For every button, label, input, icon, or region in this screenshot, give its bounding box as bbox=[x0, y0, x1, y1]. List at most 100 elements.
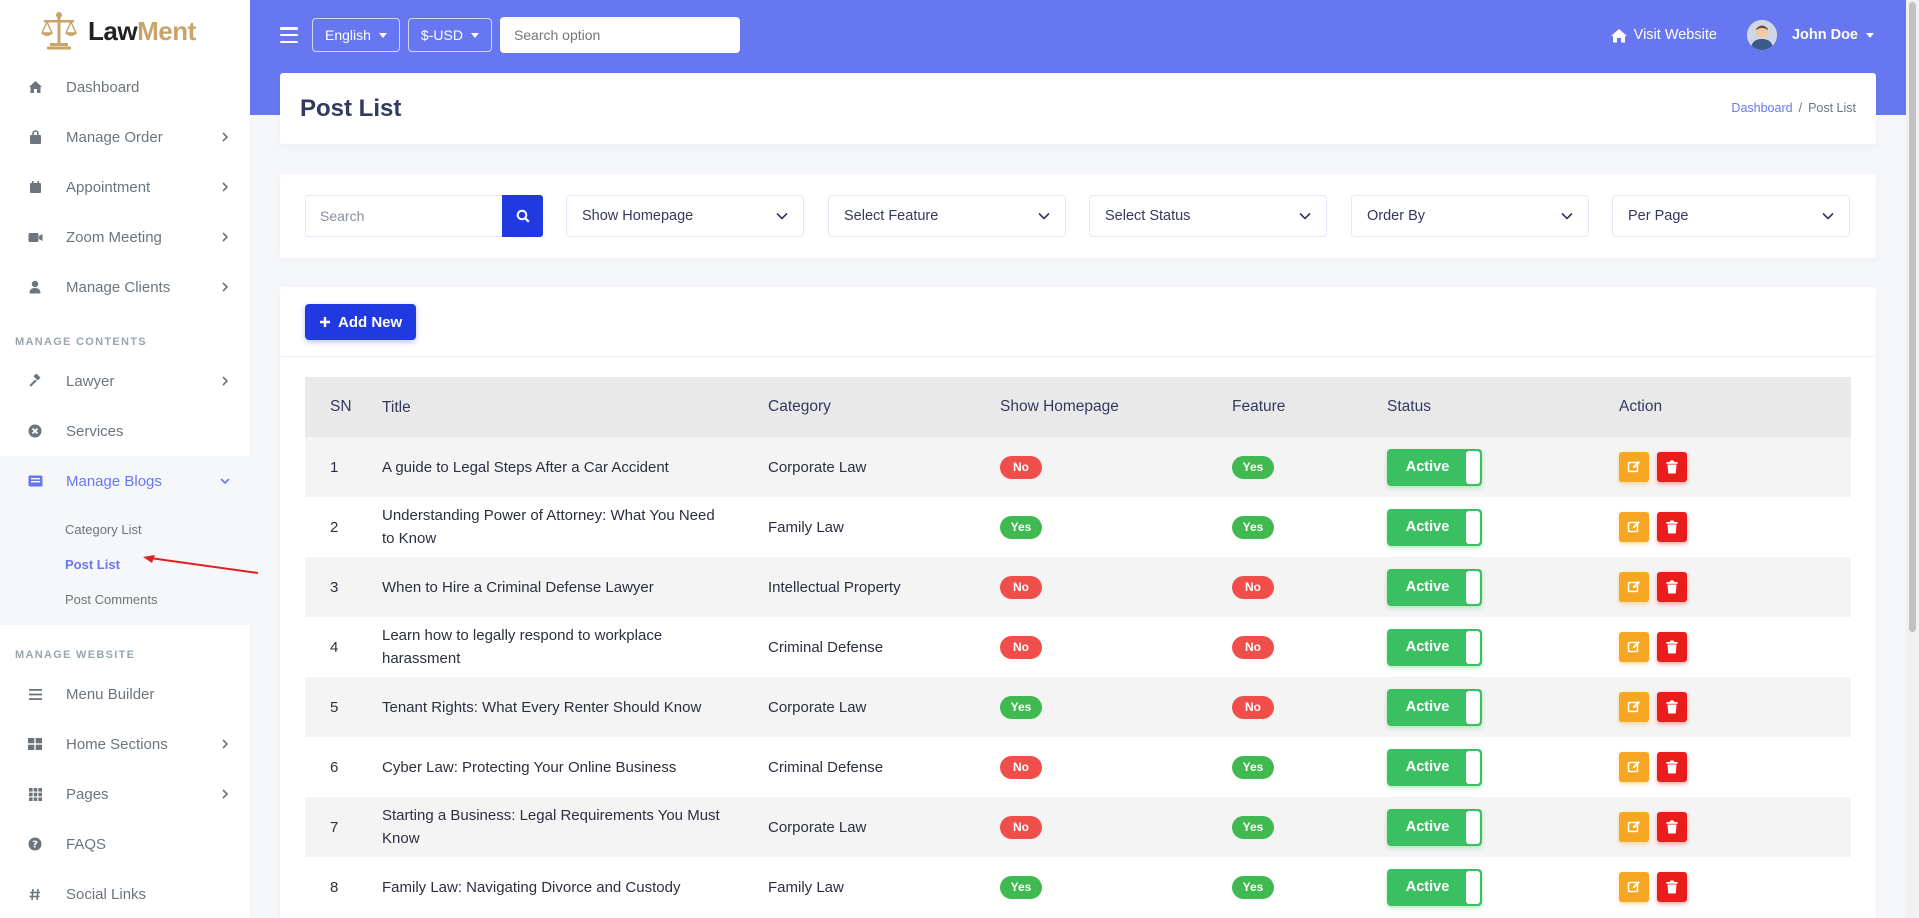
sidebar-item-menu-builder[interactable]: Menu Builder bbox=[0, 669, 250, 719]
cell-feature: No bbox=[1232, 677, 1387, 737]
select-label: Show Homepage bbox=[582, 208, 694, 224]
feature-badge: No bbox=[1232, 695, 1274, 719]
column-header-show-homepage[interactable]: Show Homepage bbox=[1000, 377, 1232, 437]
chevron-right-icon bbox=[222, 739, 229, 749]
homepage-badge: No bbox=[1000, 455, 1042, 479]
delete-button[interactable] bbox=[1657, 752, 1687, 782]
cog-circle-icon bbox=[27, 423, 43, 439]
submenu-post-list[interactable]: Post List bbox=[0, 547, 250, 582]
sidebar-item-faqs[interactable]: ? FAQS bbox=[0, 819, 250, 869]
home-icon bbox=[27, 79, 43, 95]
column-header-feature[interactable]: Feature bbox=[1232, 377, 1387, 437]
status-toggle[interactable]: Active bbox=[1387, 868, 1482, 906]
sidebar-item-services[interactable]: Services bbox=[0, 406, 250, 456]
sidebar-item-home-sections[interactable]: Home Sections bbox=[0, 719, 250, 769]
sidebar-item-manage-order[interactable]: Manage Order bbox=[0, 112, 250, 162]
sidebar-item-social-links[interactable]: Social Links bbox=[0, 869, 250, 918]
show-homepage-select[interactable]: Show Homepage bbox=[566, 195, 804, 237]
column-header-status[interactable]: Status bbox=[1387, 377, 1619, 437]
status-toggle[interactable]: Active bbox=[1387, 448, 1482, 486]
cell-title: Cyber Law: Protecting Your Online Busine… bbox=[382, 758, 677, 776]
status-toggle[interactable]: Active bbox=[1387, 688, 1482, 726]
bag-icon bbox=[27, 129, 43, 145]
sidebar-item-appointment[interactable]: Appointment bbox=[0, 162, 250, 212]
breadcrumb-dashboard-link[interactable]: Dashboard bbox=[1731, 101, 1792, 115]
cell-action bbox=[1619, 797, 1851, 857]
cell-title: When to Hire a Criminal Defense Lawyer bbox=[382, 578, 654, 596]
sidebar-item-manage-blogs[interactable]: Manage Blogs bbox=[0, 456, 250, 506]
edit-button[interactable] bbox=[1619, 872, 1649, 902]
sidebar-item-label: Menu Builder bbox=[66, 685, 155, 703]
currency-dropdown[interactable]: $-USD bbox=[407, 18, 492, 52]
sidebar-section-manage-contents: MANAGE CONTENTS bbox=[15, 336, 147, 348]
delete-button[interactable] bbox=[1657, 872, 1687, 902]
feature-badge: No bbox=[1232, 635, 1274, 659]
select-feature-select[interactable]: Select Feature bbox=[828, 195, 1066, 237]
hamburger-menu-icon[interactable] bbox=[280, 27, 298, 43]
edit-button[interactable] bbox=[1619, 692, 1649, 722]
status-toggle[interactable]: Active bbox=[1387, 568, 1482, 606]
table-row: 5 Tenant Rights: What Every Renter Shoul… bbox=[305, 677, 1851, 737]
delete-button[interactable] bbox=[1657, 572, 1687, 602]
status-toggle[interactable]: Active bbox=[1387, 628, 1482, 666]
homepage-badge: Yes bbox=[1000, 515, 1042, 539]
chevron-down-icon bbox=[1561, 212, 1573, 220]
brand-logo[interactable]: LawMent bbox=[0, 0, 250, 62]
per-page-select[interactable]: Per Page bbox=[1612, 195, 1850, 237]
cell-category: Criminal Defense bbox=[768, 758, 884, 776]
svg-text:?: ? bbox=[32, 840, 38, 851]
add-new-button[interactable]: Add New bbox=[305, 304, 417, 340]
divider bbox=[280, 356, 1876, 357]
sidebar-item-manage-clients[interactable]: Manage Clients bbox=[0, 262, 250, 312]
delete-button[interactable] bbox=[1657, 632, 1687, 662]
homepage-badge: No bbox=[1000, 755, 1042, 779]
visit-website-label: Visit Website bbox=[1633, 27, 1717, 43]
edit-button[interactable] bbox=[1619, 572, 1649, 602]
cell-category: Intellectual Property bbox=[768, 578, 901, 596]
pages-grid-icon bbox=[27, 786, 43, 802]
page-scrollbar[interactable] bbox=[1906, 0, 1919, 918]
column-header-category[interactable]: Category bbox=[768, 377, 1000, 437]
scrollbar-thumb[interactable] bbox=[1909, 2, 1916, 632]
status-toggle[interactable]: Active bbox=[1387, 748, 1482, 786]
top-search-input[interactable] bbox=[499, 17, 740, 53]
cell-status: Active bbox=[1387, 437, 1619, 497]
filter-search-input[interactable]: Search bbox=[305, 195, 502, 237]
delete-button[interactable] bbox=[1657, 692, 1687, 722]
visit-website-link[interactable]: Visit Website bbox=[1610, 27, 1717, 43]
edit-button[interactable] bbox=[1619, 632, 1649, 662]
select-label: Per Page bbox=[1628, 208, 1689, 224]
edit-button[interactable] bbox=[1619, 752, 1649, 782]
delete-button[interactable] bbox=[1657, 452, 1687, 482]
trash-icon bbox=[1666, 760, 1678, 774]
status-toggle[interactable]: Active bbox=[1387, 508, 1482, 546]
delete-button[interactable] bbox=[1657, 512, 1687, 542]
submenu-post-comments[interactable]: Post Comments bbox=[0, 582, 250, 617]
filter-search-button[interactable] bbox=[502, 195, 543, 237]
delete-button[interactable] bbox=[1657, 812, 1687, 842]
cell-feature: Yes bbox=[1232, 797, 1387, 857]
plus-icon bbox=[320, 317, 330, 327]
sidebar-item-zoom-meeting[interactable]: Zoom Meeting bbox=[0, 212, 250, 262]
edit-button[interactable] bbox=[1619, 512, 1649, 542]
column-header-sn[interactable]: SN bbox=[305, 377, 382, 437]
sidebar-item-lawyer[interactable]: Lawyer bbox=[0, 356, 250, 406]
cell-action bbox=[1619, 437, 1851, 497]
column-header-title[interactable]: Title bbox=[382, 377, 768, 437]
user-menu[interactable]: John Doe bbox=[1746, 20, 1874, 50]
status-toggle[interactable]: Active bbox=[1387, 808, 1482, 846]
chevron-down-icon bbox=[1822, 212, 1834, 220]
submenu-category-list[interactable]: Category List bbox=[0, 512, 250, 547]
language-dropdown[interactable]: English bbox=[312, 18, 400, 52]
edit-button[interactable] bbox=[1619, 812, 1649, 842]
cell-category: Family Law bbox=[768, 878, 844, 896]
caret-down-icon bbox=[470, 32, 479, 38]
edit-button[interactable] bbox=[1619, 452, 1649, 482]
cell-sn: 7 bbox=[330, 818, 339, 836]
select-status-select[interactable]: Select Status bbox=[1089, 195, 1327, 237]
sidebar-item-pages[interactable]: Pages bbox=[0, 769, 250, 819]
cell-status: Active bbox=[1387, 497, 1619, 557]
sidebar-item-label: Pages bbox=[66, 785, 109, 803]
order-by-select[interactable]: Order By bbox=[1351, 195, 1589, 237]
sidebar-item-dashboard[interactable]: Dashboard bbox=[0, 62, 250, 112]
